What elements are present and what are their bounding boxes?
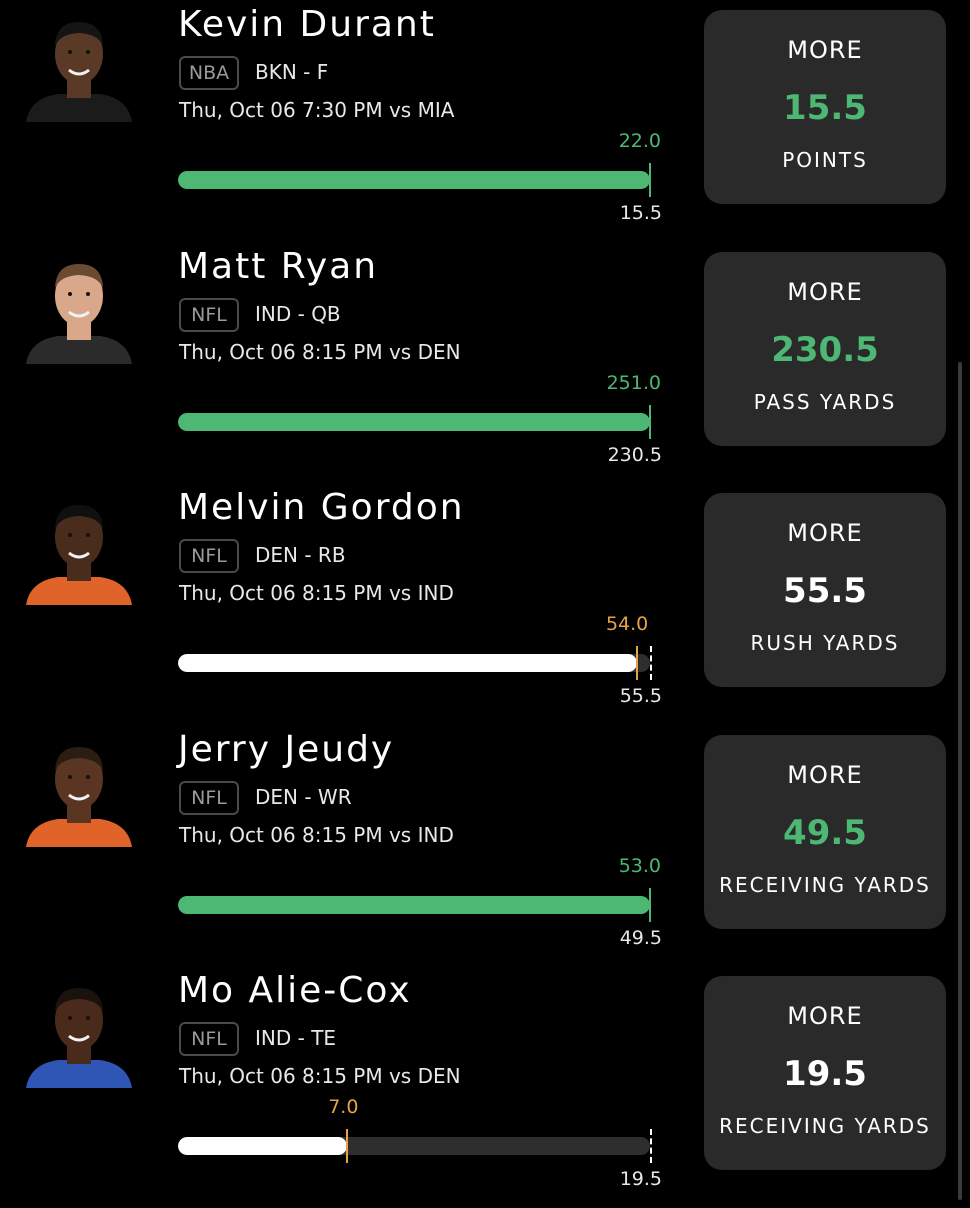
game-time: Thu, Oct 06 8:15 PM vs IND bbox=[179, 822, 454, 847]
pick-card[interactable]: MORE 15.5 POINTS bbox=[704, 10, 946, 204]
player-row: Mo Alie-Cox NFL IND - TE Thu, Oct 06 8:1… bbox=[0, 966, 970, 1208]
actual-marker bbox=[649, 163, 651, 197]
actual-stat-value: 7.0 bbox=[328, 1096, 359, 1118]
progress-bar-track bbox=[178, 1137, 650, 1155]
pick-direction: MORE bbox=[787, 1002, 863, 1030]
pick-line-value: 15.5 bbox=[783, 88, 867, 128]
actual-stat-value: 251.0 bbox=[606, 371, 661, 394]
progress-bar-track bbox=[178, 171, 650, 189]
pick-stat-type: RECEIVING YARDS bbox=[719, 1114, 931, 1138]
progress-bar-track bbox=[178, 412, 650, 431]
line-value-label: 230.5 bbox=[607, 443, 662, 466]
actual-marker bbox=[346, 1129, 349, 1163]
progress-bar-fill bbox=[178, 654, 638, 672]
pick-card[interactable]: MORE 55.5 RUSH YARDS bbox=[704, 493, 946, 687]
progress-bar-fill bbox=[178, 171, 650, 189]
team-position: IND - QB bbox=[255, 301, 341, 326]
pick-line-value: 49.5 bbox=[783, 812, 867, 853]
progress-bar-track bbox=[178, 895, 650, 914]
scrollbar[interactable] bbox=[958, 362, 962, 1200]
player-row: Matt Ryan NFL IND - QB Thu, Oct 06 8:15 … bbox=[0, 242, 970, 484]
line-value-label: 19.5 bbox=[619, 1168, 662, 1190]
line-value-label: 55.5 bbox=[619, 685, 662, 707]
player-name: Melvin Gordon bbox=[178, 487, 465, 528]
pick-stat-type: PASS YARDS bbox=[753, 389, 897, 414]
actual-marker bbox=[636, 646, 639, 680]
player-headshot bbox=[22, 737, 136, 847]
pick-card[interactable]: MORE 19.5 RECEIVING YARDS bbox=[704, 976, 946, 1170]
line-value-label: 15.5 bbox=[619, 202, 662, 224]
progress-bar-track bbox=[178, 654, 650, 672]
pick-card[interactable]: MORE 49.5 RECEIVING YARDS bbox=[704, 734, 946, 929]
player-name: Matt Ryan bbox=[178, 245, 379, 287]
team-position: DEN - WR bbox=[255, 784, 352, 809]
line-value-label: 49.5 bbox=[619, 926, 662, 949]
player-name: Jerry Jeudy bbox=[178, 728, 395, 770]
pick-line-value: 55.5 bbox=[783, 571, 867, 611]
team-position: DEN - RB bbox=[255, 543, 346, 567]
league-badge: NFL bbox=[179, 539, 239, 573]
pick-stat-type: RECEIVING YARDS bbox=[719, 872, 931, 897]
team-position: IND - TE bbox=[255, 1026, 337, 1050]
pick-line-value: 230.5 bbox=[771, 329, 879, 370]
pick-direction: MORE bbox=[787, 519, 863, 547]
progress-bar-fill bbox=[178, 895, 650, 914]
player-name: Mo Alie-Cox bbox=[178, 970, 412, 1011]
actual-marker bbox=[649, 404, 651, 439]
actual-stat-value: 54.0 bbox=[605, 613, 649, 635]
game-time: Thu, Oct 06 8:15 PM vs DEN bbox=[179, 339, 461, 364]
team-position: BKN - F bbox=[255, 60, 329, 84]
progress-bar-fill bbox=[178, 1137, 348, 1155]
player-headshot bbox=[22, 978, 136, 1088]
pick-line-value: 19.5 bbox=[783, 1054, 867, 1094]
pick-stat-type: POINTS bbox=[782, 148, 868, 172]
game-time: Thu, Oct 06 7:30 PM vs MIA bbox=[179, 98, 455, 122]
game-time: Thu, Oct 06 8:15 PM vs DEN bbox=[179, 1064, 461, 1088]
actual-stat-value: 53.0 bbox=[618, 854, 661, 877]
line-marker bbox=[650, 646, 652, 680]
league-badge: NFL bbox=[179, 1022, 239, 1056]
player-row: Melvin Gordon NFL DEN - RB Thu, Oct 06 8… bbox=[0, 483, 970, 725]
pick-direction: MORE bbox=[787, 760, 863, 789]
player-name: Kevin Durant bbox=[178, 4, 436, 45]
pick-direction: MORE bbox=[787, 277, 863, 306]
pick-stat-type: RUSH YARDS bbox=[750, 631, 900, 655]
pick-card[interactable]: MORE 230.5 PASS YARDS bbox=[704, 251, 946, 446]
line-marker bbox=[650, 1129, 652, 1163]
pick-direction: MORE bbox=[787, 36, 863, 64]
progress-bar-fill bbox=[178, 412, 650, 431]
player-headshot bbox=[22, 254, 136, 364]
actual-marker bbox=[649, 887, 651, 922]
player-headshot bbox=[22, 12, 136, 122]
league-badge: NFL bbox=[179, 780, 239, 815]
league-badge: NFL bbox=[179, 297, 239, 332]
league-badge: NBA bbox=[179, 56, 239, 90]
actual-stat-value: 22.0 bbox=[618, 130, 661, 152]
game-time: Thu, Oct 06 8:15 PM vs IND bbox=[179, 581, 454, 605]
player-row: Jerry Jeudy NFL DEN - WR Thu, Oct 06 8:1… bbox=[0, 725, 970, 967]
player-row: Kevin Durant NBA BKN - F Thu, Oct 06 7:3… bbox=[0, 0, 970, 242]
player-headshot bbox=[22, 495, 136, 605]
